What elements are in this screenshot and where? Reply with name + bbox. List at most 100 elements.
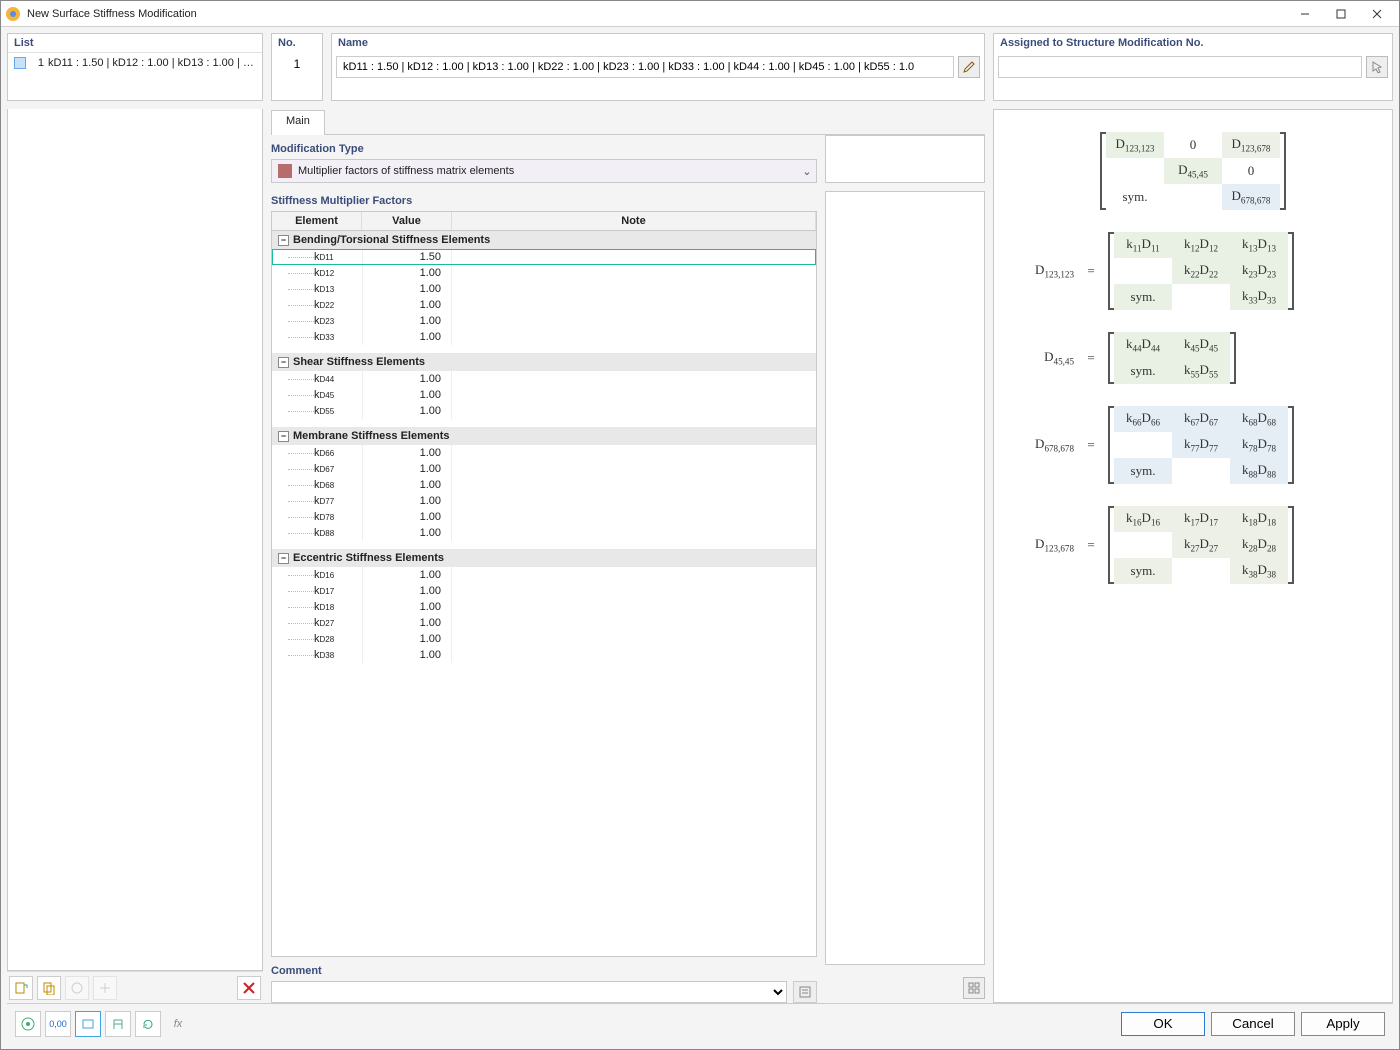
element-label: kD77 [314,495,334,507]
stiffness-row[interactable]: kD171.00 [272,583,816,599]
element-value[interactable]: 1.00 [362,329,452,345]
element-value[interactable]: 1.00 [362,313,452,329]
stiffness-row[interactable]: kD22 1.00 [272,297,816,313]
view-button-3[interactable] [135,1011,161,1037]
stiffness-row[interactable]: kD551.00 [272,403,816,419]
minimize-button[interactable] [1287,3,1323,25]
stiffness-row[interactable]: kD881.00 [272,525,816,541]
modification-type-label: Modification Type [271,143,817,155]
ok-button[interactable]: OK [1121,1012,1205,1036]
group-row[interactable]: −Membrane Stiffness Elements [272,427,816,445]
new-icon [14,981,28,995]
stiffness-row[interactable]: kD451.00 [272,387,816,403]
comment-combo[interactable] [271,981,787,1003]
help-button[interactable] [15,1011,41,1037]
element-label: kD27 [314,617,334,629]
element-value[interactable]: 1.00 [362,647,452,663]
copy-icon [42,981,56,995]
stiffness-row[interactable]: kD681.00 [272,477,816,493]
element-value[interactable]: 1.00 [362,599,452,615]
element-value[interactable]: 1.00 [362,403,452,419]
view-button-1[interactable] [75,1011,101,1037]
element-value[interactable]: 1.00 [362,371,452,387]
units-button[interactable]: 0,00 [45,1011,71,1037]
stiffness-row[interactable]: kD33 1.00 [272,329,816,345]
pointer-icon [1371,61,1383,73]
collapse-icon: − [278,357,289,368]
stiffness-row[interactable]: kD671.00 [272,461,816,477]
window-title: New Surface Stiffness Modification [27,8,197,20]
element-label: kD23 [314,315,334,327]
help-icon [21,1017,35,1031]
stiffness-row[interactable]: kD781.00 [272,509,816,525]
stiffness-row[interactable]: kD12 1.00 [272,265,816,281]
stiffness-row[interactable]: kD111.50 [272,249,816,265]
stiffness-row[interactable]: kD77 1.00 [272,493,816,509]
element-value[interactable]: 1.00 [362,509,452,525]
copy-item-button[interactable] [37,976,61,1000]
group-row[interactable]: −Eccentric Stiffness Elements [272,549,816,567]
stiffness-row[interactable]: kD381.00 [272,647,816,663]
number-field[interactable] [272,52,322,76]
stiffness-row[interactable]: kD66 1.00 [272,445,816,461]
assigned-field[interactable] [998,56,1362,78]
new-item-button[interactable] [9,976,33,1000]
name-panel: Name [331,33,985,101]
edit-name-button[interactable] [958,56,980,78]
fx-icon: fx [174,1018,183,1030]
maximize-button[interactable] [1323,3,1359,25]
element-value[interactable]: 1.00 [362,631,452,647]
element-value[interactable]: 1.00 [362,265,452,281]
element-label: kD66 [314,447,334,459]
element-label: kD33 [314,331,334,343]
matrix-lhs: D123,123 [1004,262,1074,280]
group-title: Bending/Torsional Stiffness Elements [293,234,490,246]
element-value[interactable]: 1.00 [362,461,452,477]
stiffness-row[interactable]: kD27 1.00 [272,615,816,631]
pick-assigned-button[interactable] [1366,56,1388,78]
group-title: Eccentric Stiffness Elements [293,552,444,564]
cancel-button[interactable]: Cancel [1211,1012,1295,1036]
name-field[interactable] [336,56,954,78]
delete-item-button[interactable] [237,976,261,1000]
comment-edit-button[interactable] [793,981,817,1003]
stiffness-row[interactable]: kD18 1.00 [272,599,816,615]
list-body[interactable] [7,109,263,971]
stiffness-row[interactable]: kD281.00 [272,631,816,647]
close-button[interactable] [1359,3,1395,25]
grid-body[interactable]: −Bending/Torsional Stiffness ElementskD1… [271,230,817,957]
info-toolbar-button[interactable] [963,977,985,999]
group-title: Membrane Stiffness Elements [293,430,450,442]
element-value[interactable]: 1.00 [362,281,452,297]
apply-button[interactable]: Apply [1301,1012,1385,1036]
element-value[interactable]: 1.00 [362,297,452,313]
element-value[interactable]: 1.00 [362,445,452,461]
modification-type-value: Multiplier factors of stiffness matrix e… [298,165,798,177]
element-label: kD22 [314,299,334,311]
tab-main[interactable]: Main [271,110,325,135]
stiffness-row[interactable]: kD161.00 [272,567,816,583]
element-value[interactable]: 1.00 [362,525,452,541]
stiffness-row[interactable]: kD131.00 [272,281,816,297]
modification-type-combo[interactable]: Multiplier factors of stiffness matrix e… [271,159,817,183]
element-value[interactable]: 1.00 [362,493,452,509]
element-value[interactable]: 1.00 [362,615,452,631]
list-item-marker [14,57,26,69]
element-label: kD12 [314,267,334,279]
element-value[interactable]: 1.00 [362,583,452,599]
stiffness-row[interactable]: kD23 1.00 [272,313,816,329]
element-value[interactable]: 1.00 [362,477,452,493]
center-column: Main Modification Type Multiplier factor… [271,109,985,1003]
view-button-2[interactable] [105,1011,131,1037]
group-row[interactable]: −Bending/Torsional Stiffness Elements [272,231,816,249]
fx-button[interactable]: fx [165,1011,191,1037]
col-value: Value [362,212,452,230]
element-value[interactable]: 1.00 [362,567,452,583]
element-value[interactable]: 1.50 [362,249,452,265]
list-item[interactable]: 1 kD11 : 1.50 | kD12 : 1.00 | kD13 : 1.0… [10,55,260,71]
group-row[interactable]: −Shear Stiffness Elements [272,353,816,371]
element-label: kD18 [314,601,334,613]
stiffness-row[interactable]: kD441.00 [272,371,816,387]
element-value[interactable]: 1.00 [362,387,452,403]
list-column [7,109,263,1003]
